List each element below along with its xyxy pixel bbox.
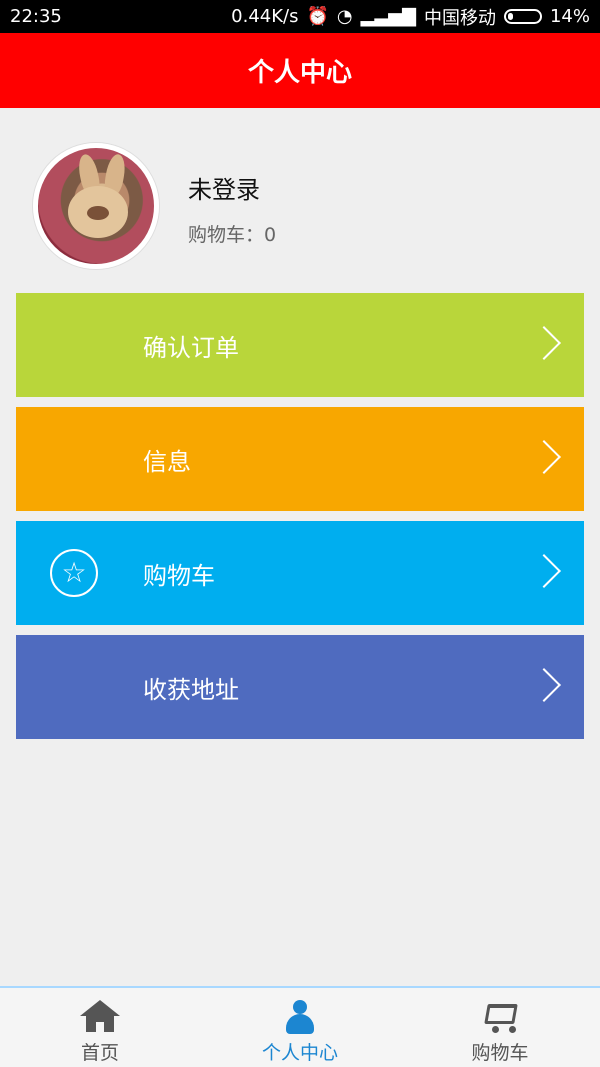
home-base-icon [86, 1016, 114, 1032]
chevron-right-icon [527, 440, 561, 474]
person-head-icon [293, 1000, 307, 1014]
carrier-name: 中国移动 [423, 7, 496, 29]
menu-item-confirm-order[interactable]: 确认订单 [16, 293, 584, 397]
battery-percent: 14% [549, 6, 590, 27]
network-speed: 0.44K/s [231, 6, 299, 27]
alarm-icon: ⏰ [306, 6, 329, 27]
status-right: 0.44K/s ⏰ ◔ ▂▃▅▇ 中国移动 14% [231, 4, 590, 30]
cart-count: 购物车：0 [188, 224, 277, 246]
person-body-icon [286, 1014, 314, 1034]
profile-section: 未登录 购物车：0 [0, 108, 600, 293]
cart-wheel-icon [509, 1026, 516, 1033]
menu-item-label: 确认订单 [143, 333, 239, 362]
person-shape-icon [283, 1000, 317, 1034]
menu-item-label: 信息 [143, 447, 191, 476]
user-name[interactable]: 未登录 [188, 170, 260, 205]
home-roof-icon [80, 1000, 120, 1016]
menu-item-address[interactable]: 收获地址 [16, 635, 584, 739]
status-bar: 22:35 0.44K/s ⏰ ◔ ▂▃▅▇ 中国移动 14% [0, 0, 600, 33]
bottom-tabbar: 首页 个人中心 购物车 [0, 986, 600, 1067]
menu-item-label: 收获地址 [143, 675, 239, 704]
menu-item-info[interactable]: 信息 [16, 407, 584, 511]
cart-icon [480, 1000, 520, 1034]
cart-basket-icon [484, 1004, 518, 1024]
tab-cart[interactable]: 购物车 [400, 988, 600, 1067]
person-icon [280, 1000, 320, 1034]
tab-label-home: 首页 [80, 1042, 119, 1064]
chevron-right-icon [527, 554, 561, 588]
home-icon [80, 1000, 120, 1034]
app-header: 个人中心 [0, 33, 600, 108]
avatar[interactable] [33, 143, 159, 269]
star-icon: ☆ [50, 549, 98, 597]
cart-wheel-icon [492, 1026, 499, 1033]
signal-icon: ▂▃▅▇ [360, 6, 416, 27]
page-title: 个人中心 [247, 58, 352, 88]
chevron-right-icon [527, 326, 561, 360]
menu-item-label: 购物车 [143, 561, 215, 590]
tab-label-profile: 个人中心 [261, 1042, 338, 1064]
chevron-right-icon [527, 668, 561, 702]
tab-profile[interactable]: 个人中心 [200, 988, 400, 1067]
status-time: 22:35 [10, 6, 62, 27]
menu-item-cart[interactable]: ☆ 购物车 [16, 521, 584, 625]
tab-label-cart: 购物车 [471, 1042, 529, 1064]
avatar-face [87, 206, 109, 220]
wifi-icon: ◔ [336, 6, 353, 27]
tab-home[interactable]: 首页 [0, 988, 200, 1067]
battery-icon [503, 9, 542, 24]
